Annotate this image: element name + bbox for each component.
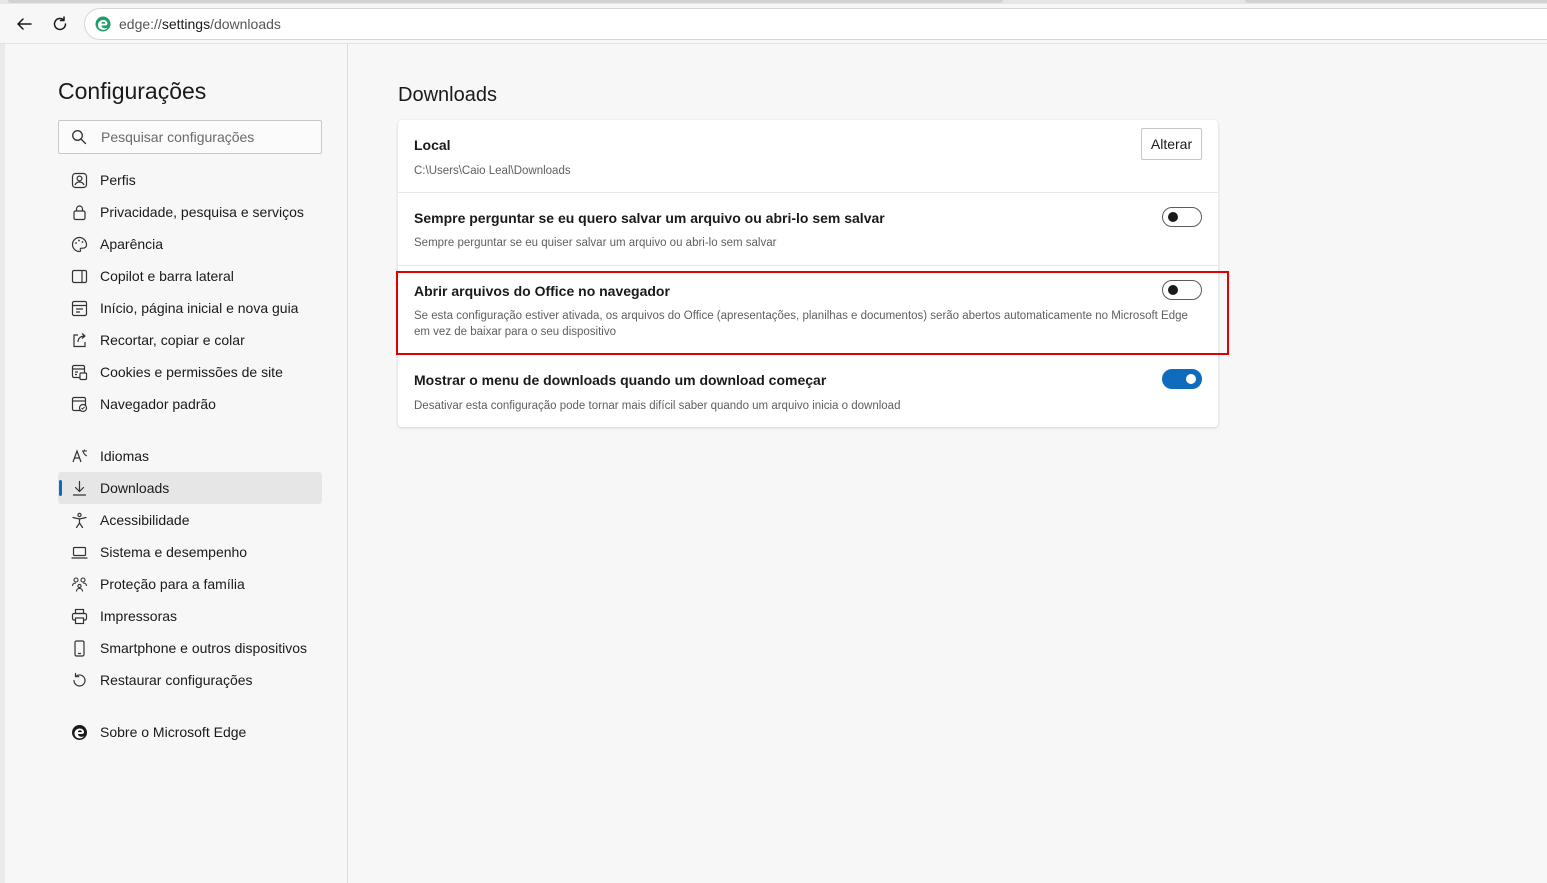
sidebar-item-label: Sistema e desempenho	[100, 544, 248, 560]
sidebar-item-label: Restaurar configurações	[100, 672, 253, 688]
language-icon	[70, 447, 88, 465]
sidebar-item-label: Copilot e barra lateral	[100, 268, 234, 284]
setting-title: Local	[414, 137, 451, 153]
refresh-icon	[53, 16, 67, 31]
sidebar-item-copilot[interactable]: Copilot e barra lateral	[58, 260, 322, 292]
arrow-left-icon	[17, 18, 32, 30]
browser-toolbar: edge://settings/downloads	[0, 4, 1547, 44]
setting-title: Sempre perguntar se eu quero salvar um a…	[414, 210, 885, 226]
share-icon	[70, 331, 88, 349]
sidebar-item-label: Cookies e permissões de site	[100, 364, 283, 380]
family-icon	[70, 575, 88, 593]
sidebar-item-label: Início, página inicial e nova guia	[100, 300, 299, 316]
sidebar-item-downloads[interactable]: Downloads	[58, 472, 322, 504]
printer-icon	[70, 607, 88, 625]
settings-sidebar: Configurações Perfis Privacidade, pesqui…	[5, 44, 348, 883]
sidebar-item-sobre[interactable]: Sobre o Microsoft Edge	[58, 716, 322, 748]
sidebar-item-idiomas[interactable]: Idiomas	[58, 440, 322, 472]
sidebar-item-inicio[interactable]: Início, página inicial e nova guia	[58, 292, 322, 324]
edge-logo-icon	[70, 723, 88, 741]
sidebar-item-cookies[interactable]: Cookies e permissões de site	[58, 356, 322, 388]
edge-logo-icon	[95, 16, 111, 32]
url-path: /downloads	[210, 16, 281, 32]
sidebar-item-aparencia[interactable]: Aparência	[58, 228, 322, 260]
sidebar-item-restaurar[interactable]: Restaurar configurações	[58, 664, 322, 696]
toggle-knob	[1168, 285, 1178, 295]
sidebar-item-label: Sobre o Microsoft Edge	[100, 724, 247, 740]
show-menu-toggle[interactable]	[1162, 369, 1202, 389]
reset-icon	[70, 671, 88, 689]
back-button[interactable]	[10, 10, 38, 38]
sidebar-item-label: Smartphone e outros dispositivos	[100, 640, 307, 656]
sidebar-title: Configurações	[58, 78, 207, 104]
profile-icon	[70, 171, 88, 189]
address-url: edge://settings/downloads	[119, 16, 281, 32]
downloads-settings-card: Local C:\Users\Caio Leal\Downloads Alter…	[398, 120, 1218, 427]
sidebar-menu-group-1: Perfis Privacidade, pesquisa e serviços …	[58, 164, 322, 420]
sidebar-item-sistema[interactable]: Sistema e desempenho	[58, 536, 322, 568]
setting-row-office-in-browser: Abrir arquivos do Office no navegador Se…	[398, 266, 1218, 355]
office-in-browser-toggle[interactable]	[1162, 280, 1202, 300]
toggle-knob	[1186, 374, 1196, 384]
sidebar-item-perfis[interactable]: Perfis	[58, 164, 322, 196]
page-title: Downloads	[398, 84, 497, 106]
sidebar-item-impressoras[interactable]: Impressoras	[58, 600, 322, 632]
sidebar-item-label: Impressoras	[100, 608, 178, 624]
laptop-icon	[70, 543, 88, 561]
sidebar-item-label: Recortar, copiar e colar	[100, 332, 245, 348]
download-path: C:\Users\Caio Leal\Downloads	[414, 165, 571, 177]
url-host: settings	[161, 16, 211, 32]
search-input[interactable]	[101, 129, 301, 145]
download-icon	[70, 479, 88, 497]
cookie-icon	[70, 363, 88, 381]
setting-title: Mostrar o menu de downloads quando um do…	[414, 372, 827, 388]
sidebar-icon	[70, 267, 88, 285]
sidebar-item-label: Perfis	[100, 172, 136, 188]
sidebar-item-recortar[interactable]: Recortar, copiar e colar	[58, 324, 322, 356]
setting-title: Abrir arquivos do Office no navegador	[414, 283, 670, 299]
sidebar-item-label: Navegador padrão	[100, 396, 216, 412]
accessibility-icon	[70, 511, 88, 529]
always-ask-toggle[interactable]	[1162, 207, 1202, 227]
tab-strip-segment	[1245, 0, 1547, 3]
refresh-button[interactable]	[46, 10, 74, 38]
sidebar-item-label: Proteção para a família	[100, 576, 245, 592]
setting-description: Se esta configuração estiver ativada, os…	[414, 310, 1188, 338]
setting-description: Sempre perguntar se eu quiser salvar um …	[414, 237, 777, 249]
sidebar-item-label: Privacidade, pesquisa e serviços	[100, 204, 304, 220]
sidebar-item-label: Acessibilidade	[100, 512, 190, 528]
url-scheme: edge://	[119, 16, 162, 32]
sidebar-menu-group-2: Idiomas Downloads Acessibilidade Sistema…	[58, 440, 322, 696]
setting-row-location: Local C:\Users\Caio Leal\Downloads Alter…	[398, 120, 1218, 193]
setting-row-show-menu: Mostrar o menu de downloads quando um do…	[398, 355, 1218, 427]
sidebar-item-smartphone[interactable]: Smartphone e outros dispositivos	[58, 632, 322, 664]
sidebar-item-label: Idiomas	[100, 448, 150, 464]
setting-description: Desativar esta configuração pode tornar …	[414, 400, 901, 412]
palette-icon	[70, 235, 88, 253]
home-grid-icon	[70, 299, 88, 317]
search-box[interactable]	[58, 120, 322, 154]
sidebar-menu-group-3: Sobre o Microsoft Edge	[58, 716, 322, 748]
search-icon	[72, 130, 87, 145]
sidebar-item-acessibilidade[interactable]: Acessibilidade	[58, 504, 322, 536]
setting-row-always-ask: Sempre perguntar se eu quero salvar um a…	[398, 193, 1218, 266]
sidebar-item-familia[interactable]: Proteção para a família	[58, 568, 322, 600]
browser-icon	[70, 395, 88, 413]
toggle-knob	[1168, 212, 1178, 222]
sidebar-item-privacidade[interactable]: Privacidade, pesquisa e serviços	[58, 196, 322, 228]
sidebar-item-label: Downloads	[100, 480, 170, 496]
change-location-button[interactable]: Alterar	[1141, 128, 1202, 160]
sidebar-item-label: Aparência	[100, 236, 164, 252]
phone-icon	[70, 639, 88, 657]
sidebar-item-navegador-padrao[interactable]: Navegador padrão	[58, 388, 322, 420]
tab-strip-segment	[8, 0, 1003, 3]
lock-icon	[70, 203, 88, 221]
address-bar[interactable]: edge://settings/downloads	[84, 8, 1547, 40]
